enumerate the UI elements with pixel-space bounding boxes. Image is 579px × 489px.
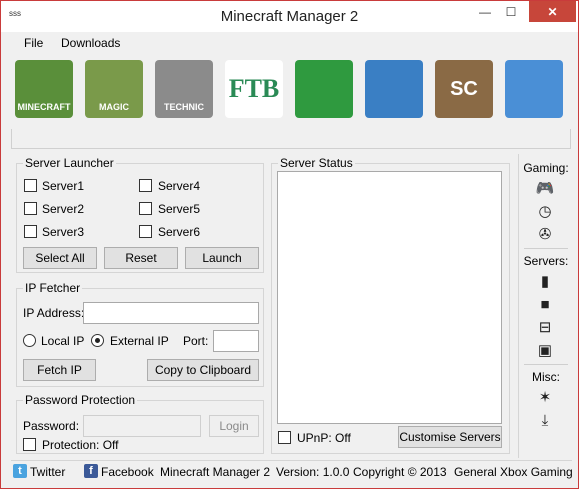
network-icon[interactable]: ⊟ xyxy=(536,318,554,336)
server1-label: Server1 xyxy=(42,179,85,193)
servers-heading: Servers: xyxy=(523,254,569,268)
close-button[interactable]: ✕ xyxy=(529,1,576,22)
menu-bar: File Downloads xyxy=(2,32,577,54)
server5-checkbox[interactable] xyxy=(139,202,152,215)
ip-fetcher-title: IP Fetcher xyxy=(23,281,83,295)
misc-heading: Misc: xyxy=(532,370,560,384)
select-all-button[interactable]: Select All xyxy=(23,247,97,269)
twitter-icon[interactable]: t xyxy=(13,464,27,478)
customise-servers-button[interactable]: Customise Servers xyxy=(398,426,502,448)
local-ip-label: Local IP xyxy=(41,334,85,348)
twitter-link[interactable]: Twitter xyxy=(30,465,65,479)
reset-button[interactable]: Reset xyxy=(104,247,178,269)
ip-fetcher-group: IP Fetcher IP Address: Local IP External… xyxy=(16,281,264,387)
launcher-toolbar: MINECRAFT MAGIC TECHNIC FTB SC xyxy=(11,56,571,124)
minecraft-icon: MINECRAFT xyxy=(15,60,73,118)
login-button[interactable]: Login xyxy=(209,415,259,437)
sidebar-divider xyxy=(524,248,568,249)
window-icon[interactable]: ▣ xyxy=(536,341,554,359)
external-ip-label: External IP xyxy=(110,334,169,348)
upnp-checkbox[interactable] xyxy=(278,431,291,444)
external-ip-radio[interactable] xyxy=(91,334,104,347)
server6-label: Server6 xyxy=(158,225,201,239)
minecraft-launcher-button[interactable]: MINECRAFT xyxy=(11,56,77,122)
toolbar-divider xyxy=(11,129,571,149)
author-text: General Xbox Gaming xyxy=(454,465,573,479)
sc-icon: SC xyxy=(435,60,493,118)
blueprint-icon xyxy=(365,60,423,118)
magic-launcher-button[interactable]: MAGIC xyxy=(81,56,147,122)
technic-launcher-button[interactable]: TECHNIC xyxy=(151,56,217,122)
film-reel-icon[interactable]: ✇ xyxy=(536,225,554,243)
server-tower-icon[interactable]: ▮ xyxy=(536,272,554,290)
cube-pencil-icon xyxy=(295,60,353,118)
ip-address-input[interactable] xyxy=(83,302,259,324)
blueprint-button[interactable] xyxy=(361,56,427,122)
ftb-icon: FTB xyxy=(225,60,283,118)
server6-checkbox[interactable] xyxy=(139,225,152,238)
server4-label: Server4 xyxy=(158,179,201,193)
folder-button[interactable] xyxy=(501,56,567,122)
ftb-launcher-button[interactable]: FTB xyxy=(221,56,287,122)
menu-file[interactable]: File xyxy=(24,36,43,50)
clock-icon[interactable]: ◷ xyxy=(536,202,554,220)
local-ip-radio[interactable] xyxy=(23,334,36,347)
server1-checkbox[interactable] xyxy=(24,179,37,192)
server2-label: Server2 xyxy=(42,202,85,216)
gaming-heading: Gaming: xyxy=(523,161,569,175)
copy-to-clipboard-button[interactable]: Copy to Clipboard xyxy=(147,359,259,381)
title-bar: sss Minecraft Manager 2 — ☐ ✕ xyxy=(1,1,578,32)
gamepad-icon[interactable]: 🎮 xyxy=(536,179,555,197)
password-label: Password: xyxy=(23,419,80,433)
cube-editor-button[interactable] xyxy=(291,56,357,122)
facebook-link[interactable]: Facebook xyxy=(101,465,154,479)
technic-icon: TECHNIC xyxy=(155,60,213,118)
password-protection-group: Password Protection Password: Login Prot… xyxy=(16,393,264,454)
password-protection-title: Password Protection xyxy=(23,393,138,407)
launch-button[interactable]: Launch xyxy=(185,247,259,269)
server-launcher-group: Server Launcher Server1 Server2 Server3 … xyxy=(16,156,264,273)
facebook-icon[interactable]: f xyxy=(84,464,98,478)
briefcase-icon[interactable]: ■ xyxy=(536,295,554,313)
server5-label: Server5 xyxy=(158,202,201,216)
magic-icon: MAGIC xyxy=(85,60,143,118)
fetch-ip-button[interactable]: Fetch IP xyxy=(23,359,96,381)
right-sidebar: Gaming: 🎮 ◷ ✇ Servers: ▮ ■ ⊟ ▣ Misc: ✶ ⤓ xyxy=(518,154,572,458)
sidebar-divider xyxy=(524,364,568,365)
status-bar: t Twitter f Facebook Minecraft Manager 2… xyxy=(11,460,573,482)
server3-label: Server3 xyxy=(42,225,85,239)
ip-address-label: IP Address: xyxy=(23,306,85,320)
app-window: sss Minecraft Manager 2 — ☐ ✕ File Downl… xyxy=(0,0,579,489)
download-icon[interactable]: ⤓ xyxy=(536,411,554,429)
upnp-label: UPnP: Off xyxy=(297,431,351,445)
server3-checkbox[interactable] xyxy=(24,225,37,238)
server-status-title: Server Status xyxy=(278,156,355,170)
password-input[interactable] xyxy=(83,415,201,437)
server-status-list[interactable] xyxy=(277,171,502,424)
port-input[interactable] xyxy=(213,330,259,352)
app-name: Minecraft Manager 2 xyxy=(160,465,271,479)
server4-checkbox[interactable] xyxy=(139,179,152,192)
maximize-button[interactable]: ☐ xyxy=(498,1,524,22)
magic-wand-icon[interactable]: ✶ xyxy=(536,388,554,406)
server2-checkbox[interactable] xyxy=(24,202,37,215)
version-text: Version: 1.0.0 xyxy=(276,465,350,479)
menu-downloads[interactable]: Downloads xyxy=(61,36,120,50)
minimize-button[interactable]: — xyxy=(472,1,498,22)
sc-launcher-button[interactable]: SC xyxy=(431,56,497,122)
protection-label: Protection: Off xyxy=(42,438,119,452)
server-launcher-title: Server Launcher xyxy=(23,156,116,170)
folder-icon xyxy=(505,60,563,118)
copyright-text: Copyright © 2013 xyxy=(353,465,447,479)
port-label: Port: xyxy=(183,334,209,348)
protection-checkbox[interactable] xyxy=(23,438,36,451)
